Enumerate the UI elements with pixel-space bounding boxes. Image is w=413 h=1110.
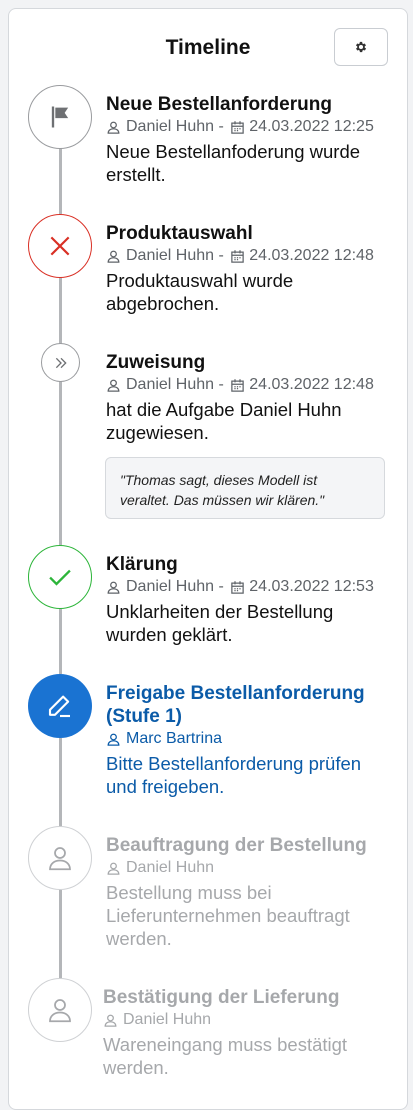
entry-user: Daniel Huhn (126, 859, 215, 876)
entry-date: 24.03.2022 12:53 (249, 578, 374, 595)
timeline-entry-active: Freigabe Bestellanforderung (Stufe 1) Ma… (106, 682, 396, 798)
entry-title: Zuweisung (106, 352, 206, 373)
entry-separator: - (214, 118, 229, 135)
edit-icon (48, 695, 70, 718)
check-icon (49, 569, 71, 586)
entry-description: Bestellung muss bei Lieferunternehmen be… (106, 882, 350, 949)
person-icon (49, 999, 71, 1023)
entry-meta: Daniel Huhn - 24.03.2022 12:48 (106, 245, 396, 267)
entry-separator: - (214, 247, 229, 264)
gear-icon (355, 41, 367, 53)
timeline-node-active (28, 674, 92, 738)
calendar-icon (231, 378, 245, 392)
settings-button[interactable] (334, 28, 388, 66)
timeline-entry: Neue Bestellanforderung Daniel Huhn - 24… (106, 93, 396, 186)
timeline-entry: Produktauswahl Daniel Huhn - 24.03.2022 … (106, 222, 396, 315)
flag-icon (51, 106, 69, 128)
user-icon (107, 733, 120, 746)
entry-user: Daniel Huhn (126, 376, 215, 393)
user-icon (107, 862, 120, 875)
timeline-connector (59, 276, 62, 344)
timeline-connector (59, 606, 62, 674)
entry-title: Beauftragung der Bestellung (106, 835, 367, 856)
calendar-icon (231, 249, 245, 263)
entry-description: Unklarheiten der Bestellung wurden geklä… (106, 601, 334, 645)
timeline-node (41, 343, 80, 382)
close-icon (50, 236, 70, 256)
entry-title: Klärung (106, 554, 178, 575)
timeline-connector (59, 890, 62, 978)
entry-description: hat die Aufgabe Daniel Huhn zugewiesen. (106, 399, 342, 443)
timeline-entry: Zuweisung Daniel Huhn - 24.03.2022 12:48… (106, 351, 396, 444)
entry-user: Daniel Huhn (126, 118, 215, 135)
timeline-node (28, 214, 92, 278)
entry-title: Produktauswahl (106, 223, 253, 244)
user-icon (104, 1014, 117, 1027)
timeline-entry: Klärung Daniel Huhn - 24.03.2022 12:53 U… (106, 553, 396, 646)
entry-meta: Daniel Huhn - 24.03.2022 12:48 (106, 374, 396, 396)
entry-date: 24.03.2022 12:48 (249, 247, 374, 264)
entry-separator: - (214, 376, 229, 393)
timeline-connector (59, 148, 62, 214)
user-icon (107, 121, 120, 134)
entry-date: 24.03.2022 12:25 (249, 118, 374, 135)
entry-separator: - (214, 578, 229, 595)
entry-description: Produktauswahl wurde abgebrochen. (106, 270, 294, 314)
timeline-node (28, 85, 92, 149)
entry-meta: Marc Bartrina (106, 728, 396, 750)
chevron-double-right-icon (55, 357, 67, 368)
entry-description: Neue Bestellanfoderung wurde erstellt. (106, 141, 361, 185)
timeline-connector (59, 738, 62, 826)
timeline-node (28, 978, 92, 1042)
comment-box: "Thomas sagt, dieses Modell ist veraltet… (105, 457, 385, 519)
entry-meta: Daniel Huhn - 24.03.2022 12:25 (106, 116, 396, 138)
entry-user: Daniel Huhn (126, 247, 215, 264)
timeline-entry-pending: Beauftragung der Bestellung Daniel Huhn … (106, 834, 396, 950)
entry-meta: Daniel Huhn (103, 1009, 393, 1031)
entry-description: Bitte Bestellanforderung prüfen und frei… (106, 753, 362, 797)
person-icon (49, 847, 71, 871)
timeline-connector (59, 381, 62, 546)
entry-title: Neue Bestellanforderung (106, 94, 332, 115)
entry-description: Wareneingang muss bestätigt werden. (103, 1034, 348, 1078)
calendar-icon (231, 120, 245, 134)
entry-title: Bestätigung der Lieferung (103, 987, 340, 1008)
user-icon (107, 250, 120, 263)
timeline-entry-pending: Bestätigung der Lieferung Daniel Huhn Wa… (103, 986, 393, 1079)
entry-meta: Daniel Huhn - 24.03.2022 12:53 (106, 576, 396, 598)
entry-user: Daniel Huhn (123, 1011, 212, 1028)
entry-date: 24.03.2022 12:48 (249, 376, 374, 393)
entry-title: Freigabe Bestellanforderung (Stufe 1) (106, 683, 365, 727)
timeline-node (28, 545, 92, 609)
user-icon (107, 379, 120, 392)
calendar-icon (231, 580, 245, 594)
timeline-node (28, 826, 92, 890)
entry-user: Marc Bartrina (126, 730, 223, 747)
entry-meta: Daniel Huhn (106, 857, 396, 879)
entry-user: Daniel Huhn (126, 578, 215, 595)
user-icon (107, 581, 120, 594)
